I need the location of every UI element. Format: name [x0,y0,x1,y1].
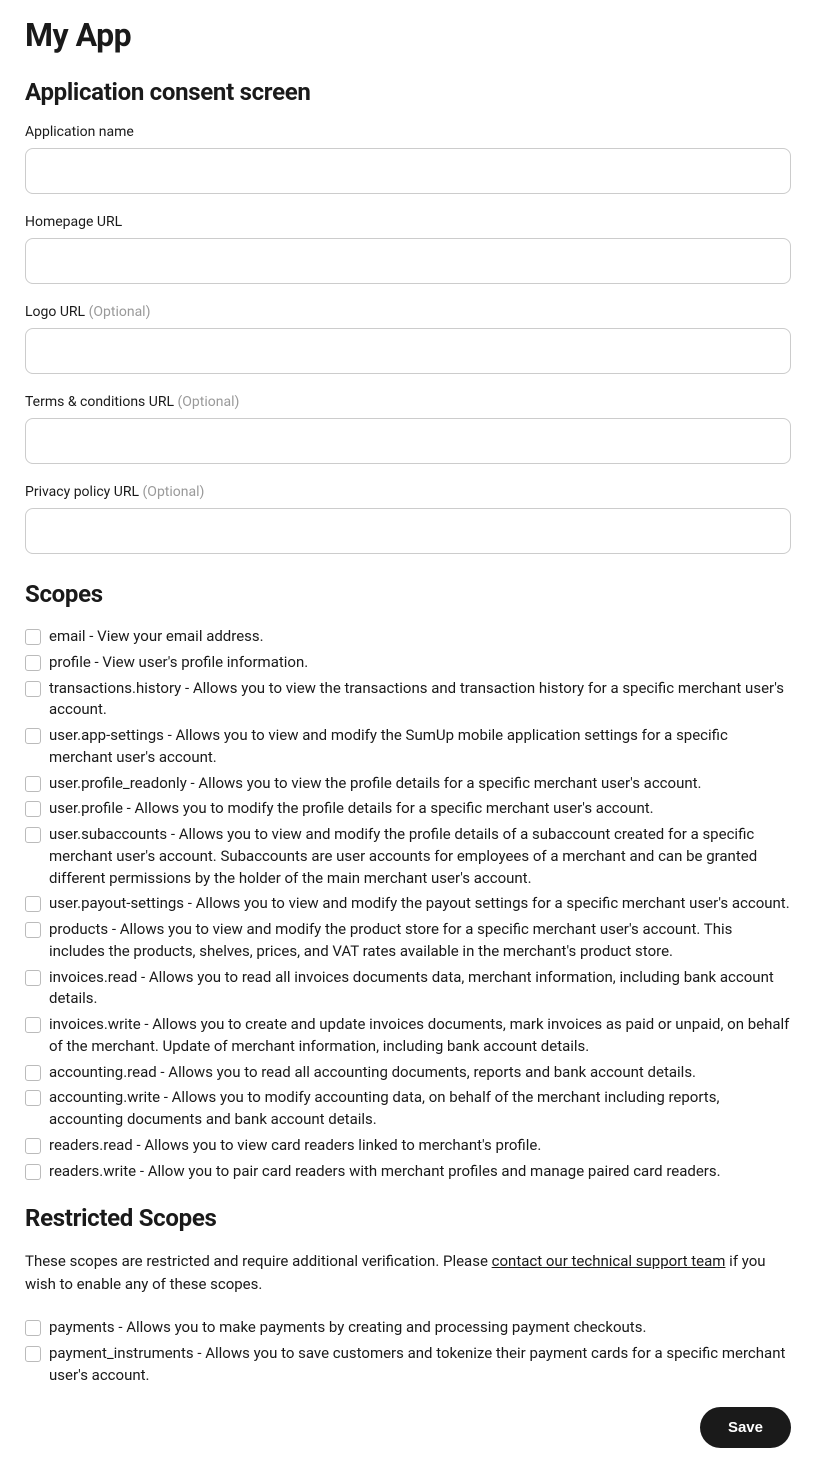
consent-screen-section: Application consent screen Application n… [25,78,791,554]
optional-logo-url: (Optional) [89,304,151,320]
label-text-homepage-url: Homepage URL [25,214,122,230]
page-title: My App [25,16,791,54]
scope-checkbox[interactable] [25,922,41,938]
scope-item: email - View your email address. [25,626,791,648]
label-logo-url: Logo URL (Optional) [25,304,791,320]
scope-label[interactable]: products - Allows you to view and modify… [49,919,791,963]
scope-checkbox[interactable] [25,1090,41,1106]
scope-label[interactable]: email - View your email address. [49,626,264,648]
label-app-name: Application name [25,124,791,140]
restricted-description: These scopes are restricted and require … [25,1250,791,1295]
restricted-heading: Restricted Scopes [25,1204,791,1232]
scope-label[interactable]: profile - View user's profile informatio… [49,652,308,674]
label-text-privacy-url: Privacy policy URL [25,484,139,500]
scope-checkbox[interactable] [25,970,41,986]
scope-item: user.subaccounts - Allows you to view an… [25,824,791,889]
scope-checkbox[interactable] [25,1138,41,1154]
scope-label[interactable]: user.profile_readonly - Allows you to vi… [49,773,702,795]
scope-label[interactable]: accounting.write - Allows you to modify … [49,1087,791,1131]
scope-item: user.profile - Allows you to modify the … [25,798,791,820]
scope-checkbox[interactable] [25,896,41,912]
restricted-scope-item: payments - Allows you to make payments b… [25,1317,791,1339]
scope-checkbox[interactable] [25,1065,41,1081]
restricted-scope-checkbox[interactable] [25,1320,41,1336]
scopes-list: email - View your email address. profile … [25,626,791,1182]
scope-checkbox[interactable] [25,629,41,645]
label-text-app-name: Application name [25,124,134,140]
scope-label[interactable]: invoices.write - Allows you to create an… [49,1014,791,1058]
scope-item: accounting.write - Allows you to modify … [25,1087,791,1131]
optional-terms-url: (Optional) [177,394,239,410]
restricted-list: payments - Allows you to make payments b… [25,1317,791,1386]
restricted-scope-label[interactable]: payments - Allows you to make payments b… [49,1317,646,1339]
scope-item: readers.read - Allows you to view card r… [25,1135,791,1157]
scope-item: accounting.read - Allows you to read all… [25,1062,791,1084]
save-button[interactable]: Save [700,1407,791,1448]
input-terms-url[interactable] [25,418,791,464]
scope-label[interactable]: transactions.history - Allows you to vie… [49,678,791,722]
scope-item: profile - View user's profile informatio… [25,652,791,674]
scope-label[interactable]: readers.write - Allow you to pair card r… [49,1161,721,1183]
scope-label[interactable]: user.subaccounts - Allows you to view an… [49,824,791,889]
field-app-name: Application name [25,124,791,194]
scope-item: invoices.read - Allows you to read all i… [25,967,791,1011]
field-logo-url: Logo URL (Optional) [25,304,791,374]
field-terms-url: Terms & conditions URL (Optional) [25,394,791,464]
label-homepage-url: Homepage URL [25,214,791,230]
scope-label[interactable]: accounting.read - Allows you to read all… [49,1062,696,1084]
scope-checkbox[interactable] [25,1017,41,1033]
scope-item: transactions.history - Allows you to vie… [25,678,791,722]
input-homepage-url[interactable] [25,238,791,284]
scopes-heading: Scopes [25,580,791,608]
label-terms-url: Terms & conditions URL (Optional) [25,394,791,410]
input-privacy-url[interactable] [25,508,791,554]
scope-checkbox[interactable] [25,681,41,697]
scope-checkbox[interactable] [25,655,41,671]
scope-label[interactable]: user.app-settings - Allows you to view a… [49,725,791,769]
optional-privacy-url: (Optional) [143,484,205,500]
input-logo-url[interactable] [25,328,791,374]
restricted-scopes-section: Restricted Scopes These scopes are restr… [25,1204,791,1386]
button-row: Save [25,1407,791,1448]
label-text-logo-url: Logo URL [25,304,85,320]
scope-item: user.app-settings - Allows you to view a… [25,725,791,769]
support-link[interactable]: contact our technical support team [492,1252,726,1270]
label-privacy-url: Privacy policy URL (Optional) [25,484,791,500]
field-privacy-url: Privacy policy URL (Optional) [25,484,791,554]
scope-label[interactable]: readers.read - Allows you to view card r… [49,1135,541,1157]
scope-label[interactable]: user.payout-settings - Allows you to vie… [49,893,790,915]
scope-checkbox[interactable] [25,776,41,792]
scope-checkbox[interactable] [25,728,41,744]
restricted-desc-before: These scopes are restricted and require … [25,1252,492,1270]
scope-item: readers.write - Allow you to pair card r… [25,1161,791,1183]
scope-label[interactable]: user.profile - Allows you to modify the … [49,798,654,820]
scope-item: invoices.write - Allows you to create an… [25,1014,791,1058]
label-text-terms-url: Terms & conditions URL [25,394,174,410]
scope-label[interactable]: invoices.read - Allows you to read all i… [49,967,791,1011]
scope-checkbox[interactable] [25,827,41,843]
scope-item: user.profile_readonly - Allows you to vi… [25,773,791,795]
restricted-scope-checkbox[interactable] [25,1346,41,1362]
input-app-name[interactable] [25,148,791,194]
scopes-section: Scopes email - View your email address. p… [25,580,791,1182]
scope-checkbox[interactable] [25,1164,41,1180]
scope-item: user.payout-settings - Allows you to vie… [25,893,791,915]
field-homepage-url: Homepage URL [25,214,791,284]
scope-checkbox[interactable] [25,801,41,817]
consent-heading: Application consent screen [25,78,791,106]
scope-item: products - Allows you to view and modify… [25,919,791,963]
